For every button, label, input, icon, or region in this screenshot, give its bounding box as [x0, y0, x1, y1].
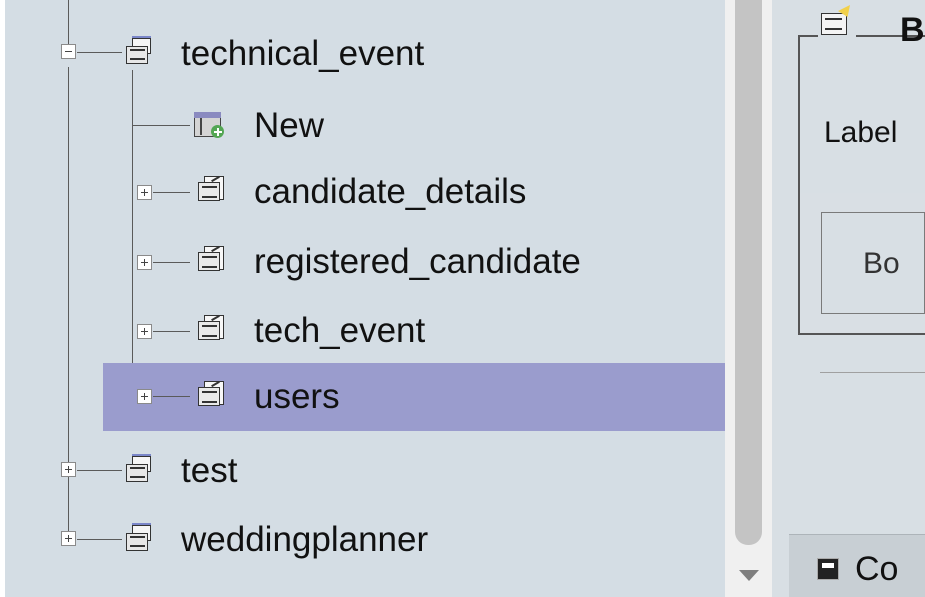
collapse-toggle-icon[interactable] [61, 44, 76, 59]
tree-connector-candidate-details [153, 192, 190, 193]
properties-label-text: Label [824, 116, 898, 149]
tree-connector-registered-candidate [153, 262, 190, 263]
tree-row-weddingplanner[interactable]: weddingplanner [5, 510, 725, 570]
tree-row-candidate-details[interactable]: candidate_details [5, 163, 725, 223]
console-icon [817, 558, 839, 580]
expand-toggle-icon[interactable] [137, 324, 152, 339]
table-icon [195, 379, 226, 410]
tree-row-tech-event[interactable]: tech_event [5, 302, 725, 362]
tree-connector-users [153, 396, 190, 397]
tree-label-tech-event: tech_event [254, 311, 426, 350]
table-icon [195, 313, 226, 344]
tree-connector-weddingplanner [77, 539, 122, 540]
tree-row-technical-event[interactable]: technical_event [5, 26, 725, 86]
database-icon [122, 454, 153, 485]
database-tree-panel: technical_event New candidate_details re… [5, 0, 725, 597]
tree-row-registered-candidate[interactable]: registered_candidate [5, 233, 725, 293]
tree-vertical-scrollbar[interactable] [725, 0, 772, 597]
tree-label-technical-event: technical_event [181, 34, 425, 73]
tree-connector-tech-event [153, 331, 190, 332]
scrollbar-thumb[interactable] [735, 0, 762, 545]
properties-panel: B Label Bo Co [772, 0, 925, 597]
properties-group-title: B [900, 11, 925, 49]
properties-footer-text: Co [855, 550, 899, 588]
scroll-down-arrow-icon[interactable] [739, 570, 759, 581]
new-table-icon [193, 110, 224, 141]
expand-toggle-icon[interactable] [137, 185, 152, 200]
form-table-icon [818, 5, 856, 37]
tree-label-registered-candidate: registered_candidate [254, 242, 581, 281]
tree-connector-technical-event [77, 52, 122, 53]
database-icon [122, 523, 153, 554]
tree-label-users: users [254, 377, 340, 416]
expand-toggle-icon[interactable] [137, 255, 152, 270]
expand-toggle-icon[interactable] [137, 389, 152, 404]
tree-label-candidate-details: candidate_details [254, 172, 527, 211]
database-icon [122, 36, 153, 67]
properties-separator [820, 372, 925, 373]
expand-toggle-icon[interactable] [61, 462, 76, 477]
tree-row-new[interactable]: New [5, 98, 725, 158]
tree-row-test[interactable]: test [5, 441, 725, 501]
tree-label-new: New [254, 106, 325, 145]
table-icon [195, 244, 226, 275]
tree-row-users-selected[interactable]: users [103, 363, 725, 431]
table-icon [195, 174, 226, 205]
tree-label-weddingplanner: weddingplanner [181, 520, 429, 559]
tree-label-test: test [181, 451, 238, 490]
tree-connector-test [77, 470, 122, 471]
tree-connector-new [133, 125, 190, 126]
properties-field-text: Bo [863, 247, 900, 280]
expand-toggle-icon[interactable] [61, 531, 76, 546]
